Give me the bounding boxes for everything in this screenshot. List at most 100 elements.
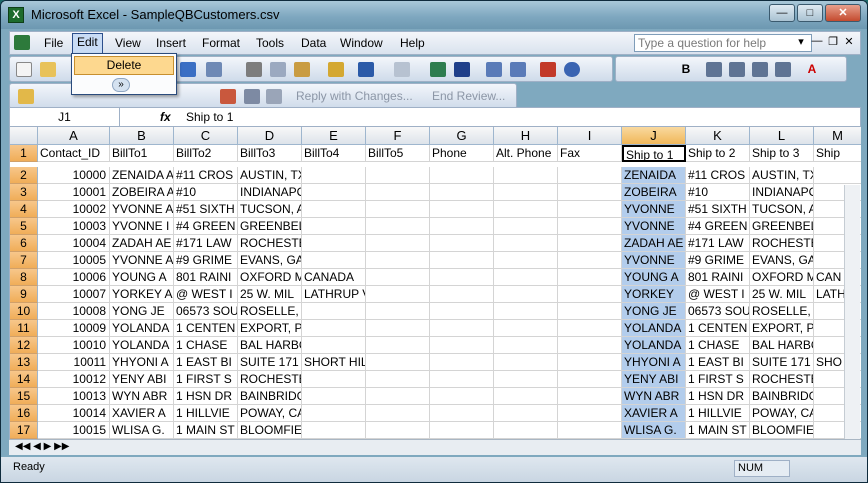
table-cell[interactable] [494,371,558,388]
table-cell[interactable]: 1 HSN DR [686,388,750,405]
column-header-f[interactable]: F [366,127,430,145]
ask-question-input[interactable]: Type a question for help [634,34,812,52]
row-header[interactable]: 11 [10,320,38,337]
font-color-icon[interactable]: A [804,62,820,77]
table-cell[interactable]: CANADA [302,269,366,286]
table-cell[interactable]: TUCSON, AZ 85 [750,201,814,218]
row-header[interactable]: 4 [10,201,38,218]
table-cell[interactable] [494,405,558,422]
table-cell[interactable] [302,167,366,184]
row-header[interactable]: 15 [10,388,38,405]
merge-center-icon[interactable] [775,62,791,77]
end-review-button[interactable]: End Review... [432,89,505,103]
table-cell[interactable]: 1 MAIN ST [174,422,238,439]
table-cell[interactable]: YORKEY [622,286,686,303]
table-cell[interactable]: GREENBELT, M [750,218,814,235]
expand-menu-icon[interactable]: » [112,78,130,92]
table-cell[interactable]: YVONNE [622,218,686,235]
maximize-button[interactable]: □ [797,4,823,22]
table-cell[interactable]: 25 W. MIL [750,286,814,303]
table-cell[interactable] [302,405,366,422]
table-cell[interactable] [430,405,494,422]
menu-insert[interactable]: Insert [156,36,186,50]
table-cell[interactable]: ZOBEIRA A [110,184,174,201]
table-cell[interactable]: 1 HILLVIE [174,405,238,422]
table-cell[interactable] [366,167,430,184]
table-cell[interactable]: POWAY, CA 92 [750,405,814,422]
column-header-d[interactable]: D [238,127,302,145]
table-cell[interactable]: 801 RAINI [174,269,238,286]
table-cell[interactable] [494,201,558,218]
excel-app-icon[interactable]: X [8,7,24,23]
table-cell[interactable]: 1 CENTEN [174,320,238,337]
table-cell[interactable]: 10015 [38,422,110,439]
table-cell[interactable] [558,337,622,354]
table-cell[interactable] [302,303,366,320]
cut-icon[interactable] [246,62,262,77]
table-cell[interactable]: ROCHESTER, NY 14623 [238,235,302,252]
table-cell[interactable] [494,235,558,252]
table-cell[interactable] [558,303,622,320]
name-box[interactable]: J1 [10,108,120,126]
header-cell[interactable]: Phone [430,145,494,162]
table-cell[interactable]: WLISA G. [622,422,686,439]
header-cell[interactable]: Alt. Phone [494,145,558,162]
table-cell[interactable]: YOLANDA [110,320,174,337]
table-cell[interactable] [366,235,430,252]
table-cell[interactable] [302,388,366,405]
sheet-nav-icon[interactable]: ◀◀ ◀ ▶ ▶▶ [15,441,69,452]
paste-icon[interactable] [294,62,310,77]
open-icon[interactable] [40,62,56,77]
table-cell[interactable] [366,422,430,439]
menu-item-delete[interactable]: Delete [74,56,174,75]
table-cell[interactable]: YONG JE [110,303,174,320]
row-header[interactable]: 5 [10,218,38,235]
table-cell[interactable] [494,286,558,303]
table-cell[interactable]: YVONNE I [110,218,174,235]
table-cell[interactable]: 06573 SOU [686,303,750,320]
table-cell[interactable]: XAVIER A [622,405,686,422]
table-cell[interactable]: EVANS, GA 308 [750,252,814,269]
table-cell[interactable]: 10013 [38,388,110,405]
column-header-e[interactable]: E [302,127,366,145]
table-cell[interactable] [430,320,494,337]
table-cell[interactable] [430,218,494,235]
table-cell[interactable] [558,235,622,252]
table-cell[interactable] [366,184,430,201]
row-header[interactable]: 13 [10,354,38,371]
table-cell[interactable] [430,337,494,354]
table-cell[interactable]: 06573 SOU [174,303,238,320]
table-cell[interactable] [366,269,430,286]
table-cell[interactable]: 10010 [38,337,110,354]
table-cell[interactable]: POWAY, CA 92064 [238,405,302,422]
table-cell[interactable]: 25 W. MIL [238,286,302,303]
table-cell[interactable]: 1 HSN DR [174,388,238,405]
table-cell[interactable] [558,252,622,269]
table-cell[interactable] [366,371,430,388]
table-cell[interactable] [366,405,430,422]
table-cell[interactable]: GREENBELT, MD 20770 [238,218,302,235]
table-cell[interactable] [558,354,622,371]
table-cell[interactable] [430,201,494,218]
bold-icon[interactable]: B [678,62,694,77]
table-cell[interactable]: YOLANDA [622,337,686,354]
menu-view[interactable]: View [115,36,141,50]
table-cell[interactable]: TUCSON, AZ 85718 [238,201,302,218]
help-icon[interactable] [564,62,580,77]
table-cell[interactable] [494,167,558,184]
sheet-tabs-and-horizontal-scrollbar[interactable]: ◀◀ ◀ ▶ ▶▶ [9,439,861,455]
table-cell[interactable] [366,388,430,405]
column-header-j[interactable]: J [622,127,686,145]
table-cell[interactable] [366,286,430,303]
table-cell[interactable]: @ WEST I [686,286,750,303]
row-header[interactable]: 2 [10,167,38,184]
row-header[interactable]: 1 [10,145,38,162]
column-header-l[interactable]: L [750,127,814,145]
sort-descending-icon[interactable] [510,62,526,77]
sheet-icon[interactable] [14,35,30,50]
table-cell[interactable] [302,422,366,439]
table-cell[interactable] [494,388,558,405]
table-cell[interactable] [366,252,430,269]
table-cell[interactable]: ZADAH AE [622,235,686,252]
header-cell[interactable]: BillTo1 [110,145,174,162]
